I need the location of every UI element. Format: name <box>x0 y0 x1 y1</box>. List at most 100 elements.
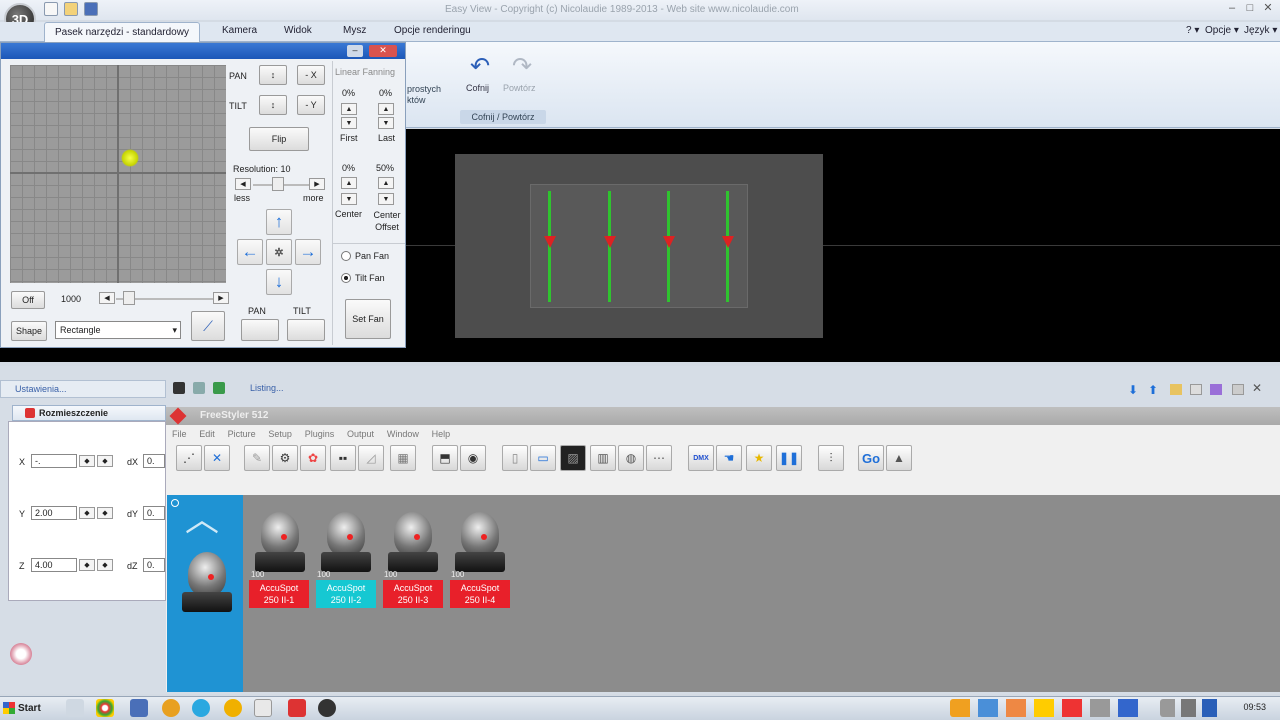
image-icon[interactable]: ▦ <box>390 445 416 471</box>
help-menu[interactable]: ? ▾ <box>1186 25 1199 36</box>
chrome-icon[interactable] <box>96 699 114 717</box>
tab-toolbar-standard[interactable]: Pasek narzędzi - standardowy <box>44 22 200 43</box>
document-icon[interactable] <box>1190 384 1202 395</box>
close-button[interactable]: ✕ <box>1262 2 1274 14</box>
pause-icon[interactable]: ❚❚ <box>776 445 802 471</box>
arrow-right-icon[interactable]: → <box>295 239 321 265</box>
maximize-button[interactable]: □ <box>1244 2 1256 14</box>
easyview-taskbar-icon[interactable] <box>318 699 336 717</box>
center-down-icon[interactable]: ▼ <box>341 193 357 205</box>
z-spin-icon[interactable]: ◆ <box>79 559 95 571</box>
center-icon[interactable]: ✲ <box>266 239 292 265</box>
sequence-icon[interactable]: ⋯ <box>646 445 672 471</box>
fixture-4-icon[interactable] <box>451 512 509 574</box>
tilt-fan-radio[interactable] <box>341 273 351 283</box>
color-wheel-icon[interactable]: ✿ <box>300 445 326 471</box>
last-down-icon[interactable]: ▼ <box>378 117 394 129</box>
first-up-icon[interactable]: ▲ <box>341 103 357 115</box>
offset-up-icon[interactable]: ▲ <box>378 177 394 189</box>
dx-input[interactable]: 0. <box>143 454 165 468</box>
dy-input[interactable]: 0. <box>143 506 165 520</box>
start-button[interactable]: Start <box>0 697 50 719</box>
beam-icon[interactable]: ◿ <box>358 445 384 471</box>
placement-tab[interactable]: Rozmieszczenie <box>12 405 166 421</box>
listing-tab[interactable]: Listing... <box>250 383 284 393</box>
speed-slider-thumb[interactable] <box>123 291 135 305</box>
pan-tilt-titlebar[interactable]: – ✕ <box>1 43 405 59</box>
system-tray-icons[interactable] <box>950 699 1150 717</box>
minimize-icon[interactable]: – <box>347 45 363 57</box>
z-input[interactable]: 4.00 <box>31 558 77 572</box>
group-icon[interactable] <box>213 382 225 394</box>
record-icon[interactable] <box>10 643 32 665</box>
folder-icon[interactable] <box>1170 384 1182 395</box>
fixture-4-tag[interactable]: AccuSpot 250 II-4 <box>450 580 510 608</box>
offset-down-icon[interactable]: ▼ <box>378 193 394 205</box>
resolution-slider-thumb[interactable] <box>272 177 284 191</box>
page-icon[interactable]: ▯ <box>502 445 528 471</box>
dz-input[interactable]: 0. <box>143 558 165 572</box>
fixture-2-icon[interactable] <box>317 512 375 574</box>
resolution-right-icon[interactable]: ▶ <box>309 178 325 190</box>
blackout-icon[interactable]: ▲ <box>886 445 912 471</box>
fixture-3-icon[interactable] <box>384 512 442 574</box>
resolution-left-icon[interactable]: ◀ <box>235 178 251 190</box>
tab-view[interactable]: Widok <box>284 25 312 36</box>
arrow-up-icon[interactable]: ⬆ <box>1148 383 1158 397</box>
off-button[interactable]: Off <box>11 291 45 309</box>
fixture-marker[interactable] <box>604 236 616 248</box>
menu-picture[interactable]: Picture <box>228 429 256 439</box>
pencil-icon[interactable]: ✎ <box>244 445 270 471</box>
menu-setup[interactable]: Setup <box>268 429 292 439</box>
fixtures-icon[interactable]: ▪▪ <box>330 445 356 471</box>
fixture-marker[interactable] <box>663 236 675 248</box>
fixture-1-tag[interactable]: AccuSpot 250 II-1 <box>249 580 309 608</box>
x-input[interactable]: -. <box>31 454 77 468</box>
faders-icon[interactable]: ▥ <box>590 445 616 471</box>
scroll-up-icon[interactable]: ︿ <box>185 503 219 537</box>
arrow-down-icon[interactable]: ↓ <box>266 269 292 295</box>
pan-invert-button[interactable]: ↕ <box>259 65 287 85</box>
fixture-1-icon[interactable] <box>251 512 309 574</box>
skype-icon[interactable] <box>192 699 210 717</box>
menu-window[interactable]: Window <box>387 429 419 439</box>
position-cursor[interactable] <box>121 149 139 167</box>
fixture-3-tag[interactable]: AccuSpot 250 II-3 <box>383 580 443 608</box>
go-button[interactable]: Go <box>858 445 884 471</box>
printer-icon[interactable] <box>173 382 185 394</box>
monitor-icon[interactable]: ▭ <box>530 445 556 471</box>
close-icon[interactable]: ✕ <box>369 45 397 57</box>
x-spin-icon[interactable]: ◆ <box>97 455 113 467</box>
bucket-icon[interactable]: ⬒ <box>432 445 458 471</box>
dmx-icon[interactable]: DMX <box>688 445 714 471</box>
explorer-icon[interactable] <box>66 699 84 717</box>
menu-file[interactable]: File <box>172 429 187 439</box>
arrow-down-icon[interactable]: ⬇ <box>1128 383 1138 397</box>
master-fader-icon[interactable]: ⫶ <box>818 445 844 471</box>
tilt-invert-button[interactable]: ↕ <box>259 95 287 115</box>
redo-icon[interactable]: ↷ <box>508 52 536 80</box>
tab-mouse[interactable]: Mysz <box>343 25 366 36</box>
save-taskbar-icon[interactable] <box>130 699 148 717</box>
window-icon[interactable] <box>1232 384 1244 395</box>
last-up-icon[interactable]: ▲ <box>378 103 394 115</box>
menu-output[interactable]: Output <box>347 429 374 439</box>
tray-status-icons[interactable] <box>1160 699 1220 717</box>
tilt-center-button[interactable] <box>287 319 325 341</box>
app-taskbar-icon[interactable] <box>162 699 180 717</box>
moving-head-icon[interactable] <box>178 552 236 614</box>
speed-right-icon[interactable]: ▶ <box>213 292 229 304</box>
shape-button[interactable]: Shape <box>11 321 47 341</box>
y-spin-icon[interactable]: ◆ <box>79 507 95 519</box>
shape-select[interactable]: Rectangle ▾ <box>55 321 181 339</box>
x-spin-icon[interactable]: ◆ <box>79 455 95 467</box>
fixture-marker[interactable] <box>544 236 556 248</box>
first-down-icon[interactable]: ▼ <box>341 117 357 129</box>
menu-edit[interactable]: Edit <box>199 429 215 439</box>
open-folder-icon[interactable] <box>64 2 78 16</box>
document-taskbar-icon[interactable] <box>254 699 272 717</box>
fog-icon[interactable]: ◉ <box>460 445 486 471</box>
sun-icon[interactable] <box>224 699 242 717</box>
speed-left-icon[interactable]: ◀ <box>99 292 115 304</box>
center-up-icon[interactable]: ▲ <box>341 177 357 189</box>
